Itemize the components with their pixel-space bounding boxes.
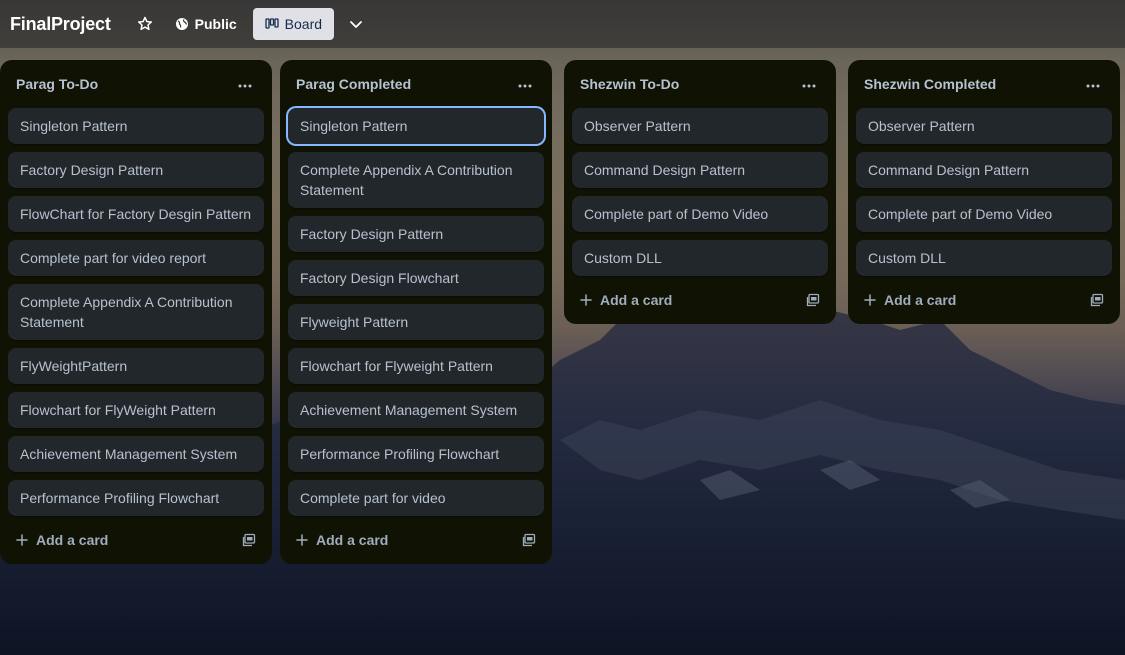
card[interactable]: Complete Appendix A Contribution Stateme…	[8, 284, 264, 340]
card[interactable]: Observer Pattern	[856, 108, 1112, 144]
card[interactable]: Complete Appendix A Contribution Stateme…	[288, 152, 544, 208]
plus-icon	[16, 534, 28, 546]
card[interactable]: Command Design Pattern	[572, 152, 828, 188]
card[interactable]: Custom DLL	[572, 240, 828, 276]
card[interactable]: Singleton Pattern	[8, 108, 264, 144]
list-header[interactable]: Shezwin Completed	[856, 60, 1112, 108]
list-1: Parag To-Do Singleton Pattern Factory Des…	[0, 60, 272, 564]
list-header[interactable]: Parag Completed	[288, 60, 544, 108]
card[interactable]: Flowchart for FlyWeight Pattern	[8, 392, 264, 428]
list-menu-button[interactable]	[1082, 73, 1104, 95]
card[interactable]: Singleton Pattern	[288, 108, 544, 144]
ellipsis-icon	[238, 84, 252, 88]
visibility-label: Public	[194, 16, 237, 32]
list-title[interactable]: Parag To-Do	[16, 76, 98, 92]
card[interactable]: Achievement Management System	[288, 392, 544, 428]
card[interactable]: Flyweight Pattern	[288, 304, 544, 340]
list-menu-button[interactable]	[514, 73, 536, 95]
list-menu-button[interactable]	[798, 73, 820, 95]
plus-icon	[580, 294, 592, 306]
card[interactable]: Performance Profiling Flowchart	[288, 436, 544, 472]
list-footer: Add a card	[856, 276, 1112, 324]
list-2: Parag Completed Singleton Pattern Complet…	[280, 60, 552, 564]
globe-icon	[175, 18, 188, 30]
card-list: Observer Pattern Command Design Pattern Co…	[572, 108, 828, 276]
card[interactable]: FlyWeightPattern	[8, 348, 264, 384]
card[interactable]: Achievement Management System	[8, 436, 264, 472]
chevron-down-icon	[350, 21, 362, 28]
list-title[interactable]: Parag Completed	[296, 76, 411, 92]
list-menu-button[interactable]	[234, 73, 256, 95]
card[interactable]: Flowchart for Flyweight Pattern	[288, 348, 544, 384]
create-from-template-button[interactable]	[806, 293, 820, 307]
add-card-label: Add a card	[600, 292, 673, 308]
list-header[interactable]: Parag To-Do	[8, 60, 264, 108]
list-4: Shezwin Completed Observer Pattern Comman…	[848, 60, 1120, 324]
ellipsis-icon	[518, 84, 532, 88]
card-template-icon	[806, 293, 820, 307]
add-card-button[interactable]: Add a card	[296, 532, 388, 548]
list-footer: Add a card	[8, 516, 264, 564]
card[interactable]: Complete part for video report	[8, 240, 264, 276]
list-footer: Add a card	[572, 276, 828, 324]
visibility-button[interactable]: Public	[167, 8, 245, 40]
add-card-button[interactable]: Add a card	[16, 532, 108, 548]
card[interactable]: Complete part for video	[288, 480, 544, 516]
create-from-template-button[interactable]	[242, 533, 256, 547]
more-views-button[interactable]	[342, 8, 370, 40]
card[interactable]: Custom DLL	[856, 240, 1112, 276]
card-template-icon	[522, 533, 536, 547]
card[interactable]: Factory Design Flowchart	[288, 260, 544, 296]
ellipsis-icon	[1086, 84, 1100, 88]
card-template-icon	[1090, 293, 1104, 307]
plus-icon	[296, 534, 308, 546]
list-title[interactable]: Shezwin To-Do	[580, 76, 679, 92]
add-card-label: Add a card	[36, 532, 109, 548]
add-card-button[interactable]: Add a card	[864, 292, 956, 308]
create-from-template-button[interactable]	[522, 533, 536, 547]
create-from-template-button[interactable]	[1090, 293, 1104, 307]
board-view-button[interactable]: Board	[252, 8, 335, 40]
card-list: Observer Pattern Command Design Pattern Co…	[856, 108, 1112, 276]
add-card-label: Add a card	[316, 532, 389, 548]
card-list: Singleton Pattern Factory Design Pattern F…	[8, 108, 264, 516]
list-3: Shezwin To-Do Observer Pattern Command De…	[564, 60, 836, 324]
card[interactable]: Performance Profiling Flowchart	[8, 480, 264, 516]
star-board-button[interactable]	[131, 8, 159, 40]
card-template-icon	[242, 533, 256, 547]
add-card-button[interactable]: Add a card	[580, 292, 672, 308]
board-icon	[265, 18, 279, 29]
card[interactable]: Complete part of Demo Video	[572, 196, 828, 232]
board-header: FinalProject Public Board	[0, 0, 1125, 48]
plus-icon	[864, 294, 876, 306]
ellipsis-icon	[802, 84, 816, 88]
board-title[interactable]: FinalProject	[10, 14, 111, 35]
card-list: Singleton Pattern Complete Appendix A Con…	[288, 108, 544, 516]
list-header[interactable]: Shezwin To-Do	[572, 60, 828, 108]
list-footer: Add a card	[288, 516, 544, 564]
card[interactable]: Command Design Pattern	[856, 152, 1112, 188]
star-outline-icon	[137, 16, 152, 31]
card[interactable]: Factory Design Pattern	[8, 152, 264, 188]
board-view-label: Board	[284, 16, 323, 32]
card[interactable]: Factory Design Pattern	[288, 216, 544, 252]
card[interactable]: FlowChart for Factory Desgin Pattern	[8, 196, 264, 232]
list-title[interactable]: Shezwin Completed	[864, 76, 996, 92]
card[interactable]: Observer Pattern	[572, 108, 828, 144]
add-card-label: Add a card	[884, 292, 957, 308]
card[interactable]: Complete part of Demo Video	[856, 196, 1112, 232]
